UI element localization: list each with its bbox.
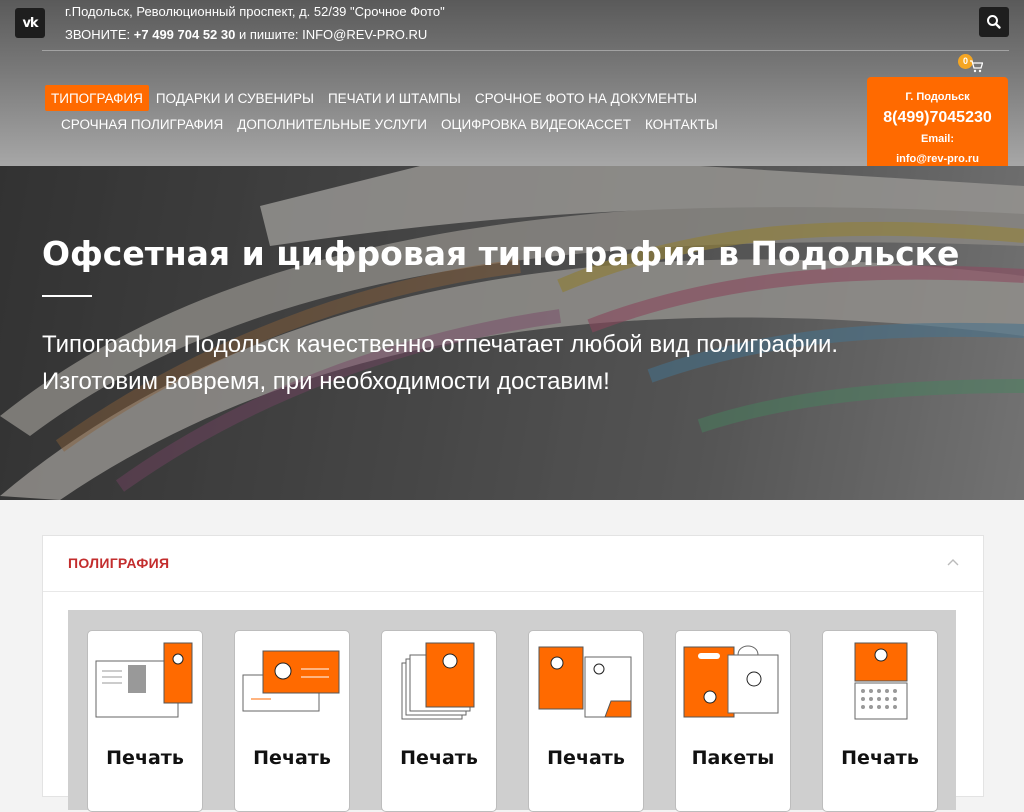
callbox-phone[interactable]: 8(499)7045230: [867, 109, 1008, 127]
hero-banner: Офсетная и цифровая типография в Подольс…: [0, 166, 1024, 500]
section-title: ПОЛИГРАФИЯ: [68, 555, 170, 571]
paper-bags-icon: [683, 645, 779, 718]
nav-item-urgent-print[interactable]: СРОЧНАЯ ПОЛИГРАФИЯ: [54, 111, 230, 137]
panel-header[interactable]: ПОЛИГРАФИЯ: [43, 536, 983, 592]
product-card[interactable]: Пакеты: [675, 630, 791, 812]
cart-button[interactable]: 0: [958, 54, 986, 76]
nav-item-contacts[interactable]: КОНТАКТЫ: [638, 111, 725, 137]
search-icon: [987, 15, 1001, 29]
product-card[interactable]: Печать: [822, 630, 938, 812]
booklet-icon: [95, 642, 193, 718]
contact-line: ЗВОНИТЕ: +7 499 704 52 30 и пишите: INFO…: [65, 27, 427, 42]
vk-label: vk: [22, 15, 38, 31]
hero-subtitle-line-2: Изготовим вовремя, при необходимости дос…: [42, 368, 610, 395]
product-card[interactable]: Печать: [234, 630, 350, 812]
callbox-email-label: Email:: [920, 133, 954, 145]
business-card-icon: [242, 650, 340, 712]
nav-item-gifts[interactable]: ПОДАРКИ И СУВЕНИРЫ: [149, 85, 321, 111]
cards-container: Печать Печать Печать Печать Пакеты Печат…: [68, 610, 956, 812]
product-card[interactable]: Печать: [528, 630, 644, 812]
product-card[interactable]: Печать: [87, 630, 203, 812]
site-header: vk г.Подольск, Революционный проспект, д…: [0, 0, 1024, 180]
calendar-icon: [854, 642, 908, 720]
hero-divider: [42, 295, 92, 297]
card-label: Печать: [841, 747, 919, 769]
nav-item-extra-services[interactable]: ДОПОЛНИТЕЛЬНЫЕ УСЛУГИ: [230, 111, 434, 137]
address-text: г.Подольск, Революционный проспект, д. 5…: [65, 4, 445, 19]
card-label: Печать: [106, 747, 184, 769]
nav-row-2: СРОЧНАЯ ПОЛИГРАФИЯ ДОПОЛНИТЕЛЬНЫЕ УСЛУГИ…: [45, 111, 785, 137]
flyers-icon: [401, 642, 475, 720]
card-label: Печать: [253, 747, 331, 769]
contact-box: Г. Подольск 8(499)7045230 Email: info@re…: [867, 77, 1008, 180]
header-phone[interactable]: +7 499 704 52 30: [134, 27, 236, 42]
nav-item-photo-docs[interactable]: СРОЧНОЕ ФОТО НА ДОКУМЕНТЫ: [468, 85, 704, 111]
product-card[interactable]: Печать: [381, 630, 497, 812]
nav-item-video-digitize[interactable]: ОЦИФРОВКА ВИДЕОКАССЕТ: [434, 111, 638, 137]
search-button[interactable]: [979, 7, 1009, 37]
callbox-email[interactable]: info@rev-pro.ru: [867, 153, 1008, 165]
nav-item-typography[interactable]: ТИПОГРАФИЯ: [45, 85, 149, 111]
hero-subtitle-line-1: Типография Подольск качественно отпечата…: [42, 331, 839, 358]
vk-icon[interactable]: vk: [15, 8, 45, 38]
card-label: Печать: [547, 747, 625, 769]
call-prefix: ЗВОНИТЕ:: [65, 27, 134, 42]
callbox-city: Г. Подольск: [905, 91, 970, 103]
nav-item-stamps[interactable]: ПЕЧАТИ И ШТАМПЫ: [321, 85, 468, 111]
header-divider: [42, 50, 1009, 51]
main-nav: ТИПОГРАФИЯ ПОДАРКИ И СУВЕНИРЫ ПЕЧАТИ И Ш…: [45, 85, 785, 137]
hero-subtitle: Типография Подольск качественно отпечата…: [42, 326, 838, 400]
chevron-up-icon[interactable]: [947, 556, 959, 568]
folder-icon: [538, 646, 632, 718]
hero-title: Офсетная и цифровая типография в Подольс…: [42, 234, 960, 273]
header-email[interactable]: INFO@REV-PRO.RU: [302, 27, 427, 42]
write-prefix: и пишите:: [235, 27, 303, 42]
cart-icon: [970, 60, 983, 73]
polygraphy-panel: ПОЛИГРАФИЯ Печать Печать Печать Печать П…: [42, 535, 984, 812]
card-label: Печать: [400, 747, 478, 769]
nav-row-1: ТИПОГРАФИЯ ПОДАРКИ И СУВЕНИРЫ ПЕЧАТИ И Ш…: [45, 85, 785, 111]
card-label: Пакеты: [691, 747, 775, 769]
